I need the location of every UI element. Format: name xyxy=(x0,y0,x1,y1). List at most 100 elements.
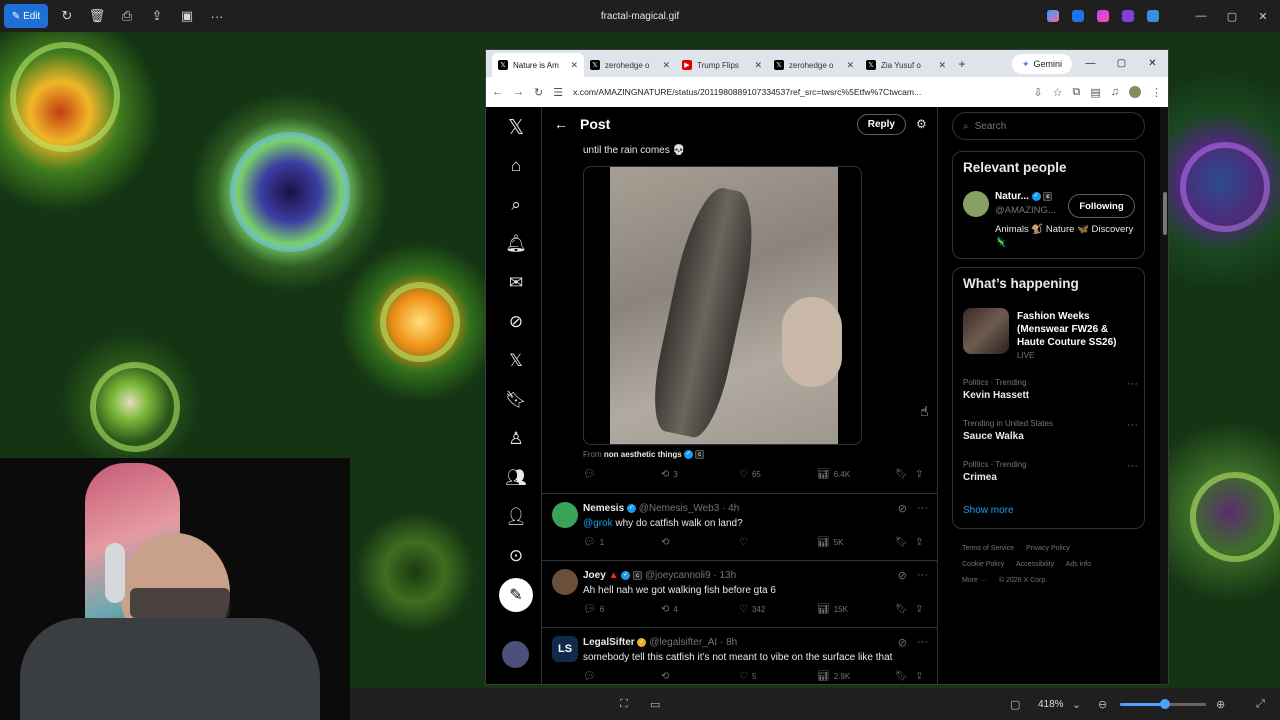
trend-thumbnail[interactable] xyxy=(963,308,1009,354)
x-logo-icon[interactable]: 𝕏 xyxy=(486,115,546,140)
bookmark-action[interactable]: 🔖︎ xyxy=(895,604,915,615)
grok-icon[interactable]: ⊘ xyxy=(898,636,907,649)
grok-icon[interactable]: ⊘ xyxy=(898,569,907,582)
search-icon[interactable]: ⌕ xyxy=(486,195,546,215)
account-avatar[interactable] xyxy=(502,641,529,668)
fit-screen-icon[interactable]: ⛶ xyxy=(620,698,628,711)
paint-icon[interactable] xyxy=(1097,10,1109,22)
extensions-icon[interactable]: ⧉ xyxy=(1072,86,1080,99)
share-action[interactable]: ⇪ xyxy=(915,671,923,682)
zoom-level[interactable]: 418% xyxy=(1038,699,1064,710)
more-icon[interactable]: ··· xyxy=(917,569,928,582)
repost-action[interactable]: ⟲ xyxy=(661,537,739,548)
close-icon[interactable]: ✕ xyxy=(1137,58,1168,69)
slideshow-icon[interactable]: ▣ xyxy=(172,8,202,24)
search-input[interactable]: ⌕ Search xyxy=(952,112,1145,140)
footer-link[interactable]: More ··· xyxy=(962,577,987,584)
views-action[interactable]: 📊︎ 2.9K xyxy=(817,671,895,682)
media-icon[interactable]: ♫ xyxy=(1111,86,1119,98)
person-name[interactable]: Natur... ✓ c xyxy=(995,191,1053,202)
footer-link[interactable]: Cookie Policy xyxy=(962,561,1004,568)
views-action[interactable]: 📊︎ 15K xyxy=(817,604,895,615)
share-action[interactable]: ⇪ xyxy=(915,469,923,480)
reload-icon[interactable]: ↻ xyxy=(534,86,543,99)
tab-2[interactable]: ▶ Trump Flips ✕ xyxy=(676,53,768,77)
back-icon[interactable]: ← xyxy=(492,86,503,98)
close-tab-icon[interactable]: ✕ xyxy=(846,60,854,71)
close-icon[interactable]: ✕ xyxy=(1254,10,1272,23)
close-tab-icon[interactable]: ✕ xyxy=(938,60,946,71)
reply-action[interactable]: 💬︎ xyxy=(583,469,661,480)
more-icon[interactable]: ⊙ xyxy=(486,546,546,566)
back-arrow-icon[interactable]: ← xyxy=(542,116,580,132)
repost-action[interactable]: ⟲ xyxy=(661,671,739,682)
bookmark-action[interactable]: 🔖︎ xyxy=(895,469,915,480)
tab-1[interactable]: 𝕏zerohedge o ✕ xyxy=(584,53,676,77)
crop-icon[interactable]: ▭ xyxy=(650,698,660,711)
reply-button[interactable]: Reply xyxy=(856,113,906,135)
zoom-out-icon[interactable]: ⊖ xyxy=(1098,698,1107,711)
maximize-icon[interactable]: ▢ xyxy=(1106,58,1137,69)
more-icon[interactable]: ··· xyxy=(1127,378,1138,390)
avatar[interactable] xyxy=(963,191,989,217)
share-icon[interactable]: ⇪ xyxy=(142,8,172,24)
zoom-slider[interactable] xyxy=(1120,699,1206,709)
reply-item[interactable]: Nemesis ✓ @Nemesis_Web3 · 4h @grok why d… xyxy=(542,493,937,560)
avatar[interactable] xyxy=(552,569,578,595)
close-tab-icon[interactable]: ✕ xyxy=(570,60,578,71)
clipchamp-icon[interactable] xyxy=(1122,10,1134,22)
jobs-icon[interactable]: ♙ xyxy=(486,429,546,449)
reply-item[interactable]: Joey ▲ ✓ c @joeycannoli9 · 13h Ah hell n… xyxy=(542,560,937,627)
footer-link[interactable]: Ads info xyxy=(1066,561,1091,568)
like-action[interactable]: ♡ xyxy=(739,537,817,548)
scrollbar[interactable] xyxy=(1160,107,1168,684)
grok-icon[interactable]: ⊘ xyxy=(486,312,546,332)
bookmark-star-icon[interactable]: ☆ xyxy=(1053,86,1063,99)
tab-0[interactable]: 𝕏 Nature is Am ✕ xyxy=(492,53,584,77)
trend-item[interactable]: Trending in United States Sauce Walka ··· xyxy=(963,419,1138,442)
chevron-down-icon[interactable]: ⌄ xyxy=(1072,698,1081,711)
bookmarks-icon[interactable]: 🔖︎ xyxy=(486,390,546,410)
more-icon[interactable]: ··· xyxy=(917,502,928,515)
avatar[interactable] xyxy=(552,502,578,528)
compose-post-button[interactable]: ✎ xyxy=(499,578,533,612)
new-tab-button[interactable]: + xyxy=(952,57,972,71)
url-field[interactable]: x.com/AMAZINGNATURE/status/2011980889107… xyxy=(573,87,1023,97)
print-icon[interactable]: ⎙ xyxy=(112,8,142,24)
maximize-icon[interactable]: ▢ xyxy=(1223,10,1241,23)
from-account-link[interactable]: non aesthetic things xyxy=(604,450,682,459)
zoom-in-icon[interactable]: ⊕ xyxy=(1216,698,1225,711)
following-button[interactable]: Following xyxy=(1068,194,1135,218)
premium-icon[interactable]: 𝕏 xyxy=(486,351,546,371)
grok-icon[interactable]: ⊘ xyxy=(898,502,907,515)
copilot-icon[interactable] xyxy=(1047,10,1059,22)
cloud-icon[interactable] xyxy=(1147,10,1159,22)
bookmark-action[interactable]: 🔖︎ xyxy=(895,671,915,682)
home-icon[interactable]: ⌂ xyxy=(486,156,546,176)
more-icon[interactable]: ··· xyxy=(1127,419,1138,431)
tab-3[interactable]: 𝕏zerohedge o ✕ xyxy=(768,53,860,77)
split-view-icon[interactable]: ▤ xyxy=(1090,86,1100,99)
featured-trend[interactable]: Fashion Weeks (Menswear FW26 & Haute Cou… xyxy=(1017,310,1137,349)
bookmark-action[interactable]: 🔖︎ xyxy=(895,537,915,548)
forward-icon[interactable]: → xyxy=(513,86,524,98)
show-more-link[interactable]: Show more xyxy=(963,505,1014,516)
share-action[interactable]: ⇪ xyxy=(915,604,923,615)
profile-icon[interactable]: 👤︎ xyxy=(486,507,546,527)
rotate-icon[interactable]: ↻ xyxy=(52,8,82,24)
share-action[interactable]: ⇪ xyxy=(915,537,923,548)
repost-action[interactable]: ⟲ 3 xyxy=(661,469,739,480)
footer-link[interactable]: Terms of Service xyxy=(962,545,1014,552)
repost-action[interactable]: ⟲ 4 xyxy=(661,604,739,615)
more-icon[interactable]: ··· xyxy=(917,636,928,649)
minimize-icon[interactable]: — xyxy=(1192,10,1210,22)
messages-icon[interactable]: ✉ xyxy=(486,273,546,293)
reply-action[interactable]: 💬︎ 6 xyxy=(583,604,661,615)
delete-icon[interactable]: 🗑 xyxy=(82,8,112,24)
views-action[interactable]: 📊︎ 5K xyxy=(817,537,895,548)
filter-icon[interactable]: ⚙ xyxy=(916,117,937,131)
edit-button[interactable]: ✎ Edit xyxy=(4,4,48,28)
like-action[interactable]: ♡ 65 xyxy=(739,469,817,480)
install-icon[interactable]: ⇩ xyxy=(1033,86,1042,99)
footer-link[interactable]: Accessibility xyxy=(1016,561,1054,568)
